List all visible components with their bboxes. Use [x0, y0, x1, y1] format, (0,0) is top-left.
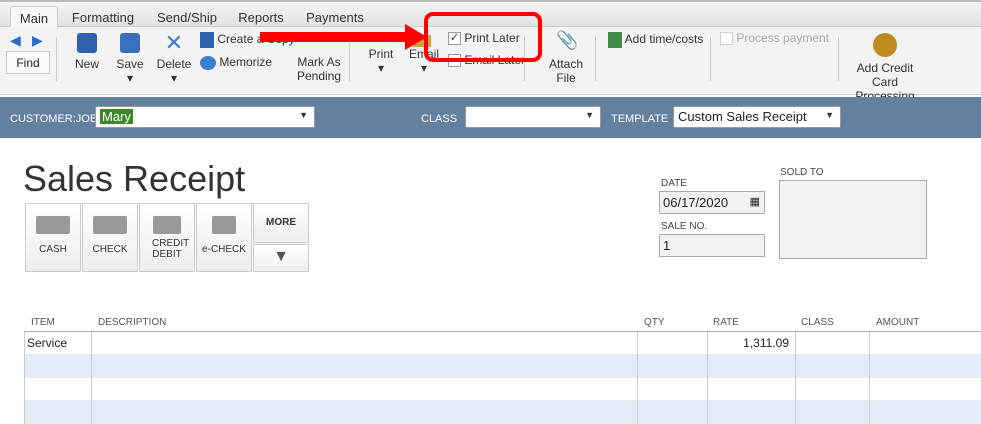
- date-label: DATE: [661, 178, 687, 189]
- column-class: CLASS: [801, 317, 834, 328]
- new-label: New: [74, 57, 99, 71]
- process-payment-checkbox[interactable]: Process payment: [720, 31, 830, 46]
- table-row[interactable]: Service 1,311.09: [24, 332, 981, 355]
- add-time-costs-button[interactable]: Add time/costs: [608, 32, 703, 48]
- echeck-icon: [212, 216, 236, 234]
- echeck-label: e-CHECK: [202, 244, 246, 255]
- memorize-label: Memorize: [219, 55, 273, 69]
- template-value: Custom Sales Receipt: [678, 109, 807, 124]
- find-button[interactable]: Find: [6, 51, 50, 74]
- sale-no-label: SALE NO.: [661, 221, 708, 232]
- chevron-down-icon: ▼: [585, 110, 594, 120]
- copy-icon: [200, 32, 214, 48]
- column-qty: QTY: [644, 317, 665, 328]
- column-amount: AMOUNT: [876, 317, 920, 328]
- annotation-arrow: [260, 32, 410, 42]
- class-dropdown[interactable]: ▼: [465, 106, 601, 128]
- back-arrow-icon[interactable]: ◀: [10, 32, 21, 49]
- add-time-costs-label: Add time/costs: [624, 32, 704, 47]
- check-icon: [93, 216, 127, 234]
- credit-card-icon: [873, 33, 897, 57]
- paperclip-icon: 📎: [556, 30, 579, 50]
- save-button[interactable]: Save ▾: [114, 33, 146, 85]
- date-value: 06/17/2020: [663, 195, 729, 210]
- credit-debit-button[interactable]: CREDIT DEBIT: [139, 203, 195, 272]
- tab-send-ship[interactable]: Send/Ship: [152, 6, 222, 29]
- credit-card-icon: [153, 216, 181, 234]
- time-costs-icon: [608, 32, 622, 48]
- checkbox-disabled: [720, 32, 733, 46]
- save-icon: [120, 33, 140, 53]
- check-label: CHECK: [92, 244, 128, 255]
- template-dropdown[interactable]: Custom Sales Receipt ▼: [673, 106, 841, 128]
- sale-no-field[interactable]: 1: [659, 234, 765, 257]
- delete-x-icon: ✕: [164, 30, 184, 55]
- echeck-button[interactable]: e-CHECK: [196, 203, 252, 272]
- print-label: Print: [368, 47, 394, 61]
- delete-label: Delete: [156, 57, 192, 71]
- more-button[interactable]: MORE: [253, 203, 309, 243]
- sold-to-field[interactable]: [779, 180, 927, 259]
- template-label: TEMPLATE: [611, 113, 669, 125]
- credit-debit-label: CREDIT DEBIT: [152, 238, 190, 260]
- memorize-button[interactable]: Memorize: [200, 55, 272, 70]
- save-label: Save: [116, 57, 144, 71]
- table-header: ITEM DESCRIPTION QTY RATE CLASS AMOUNT: [24, 314, 981, 332]
- customer-job-label: CUSTOMER:JOB: [10, 113, 98, 125]
- chevron-down-icon: ▼: [299, 110, 308, 120]
- calendar-icon[interactable]: ▦: [750, 195, 760, 208]
- new-icon: [77, 33, 97, 53]
- customer-value: Mary: [100, 109, 133, 124]
- cell-rate[interactable]: 1,311.09: [714, 336, 789, 350]
- memorize-icon: [200, 55, 216, 70]
- cash-icon: [36, 216, 70, 234]
- column-description: DESCRIPTION: [98, 317, 167, 328]
- customer-job-dropdown[interactable]: Mary ▼: [95, 106, 315, 128]
- chevron-down-icon: ▼: [825, 110, 834, 120]
- column-item: ITEM: [31, 317, 55, 328]
- attach-file-button[interactable]: 📎 Attach File: [548, 30, 584, 85]
- page-title: Sales Receipt: [23, 158, 246, 199]
- class-label: CLASS: [421, 113, 458, 125]
- forward-arrow-icon[interactable]: ▶: [32, 32, 43, 49]
- process-payment-label: Process payment: [736, 31, 830, 45]
- date-field[interactable]: 06/17/2020 ▦: [659, 191, 765, 214]
- tab-reports[interactable]: Reports: [236, 6, 286, 29]
- sold-to-label: SOLD TO: [780, 167, 824, 178]
- cash-label: CASH: [39, 244, 67, 255]
- mark-pending-button[interactable]: Mark As Pending: [294, 55, 344, 83]
- column-rate: RATE: [713, 317, 739, 328]
- table-row[interactable]: [24, 378, 981, 401]
- cell-item[interactable]: Service: [27, 336, 67, 350]
- annotation-highlight-box: [424, 12, 542, 62]
- tab-payments[interactable]: Payments: [304, 6, 366, 29]
- more-dropdown-icon[interactable]: ▼: [253, 244, 309, 272]
- tab-formatting[interactable]: Formatting: [68, 6, 138, 29]
- print-button[interactable]: Print ▾: [366, 47, 396, 75]
- attach-file-label: Attach File: [548, 57, 584, 85]
- check-button[interactable]: CHECK: [82, 203, 138, 272]
- new-button[interactable]: New: [72, 33, 102, 71]
- table-row[interactable]: [24, 355, 981, 378]
- line-items-table: ITEM DESCRIPTION QTY RATE CLASS AMOUNT S…: [24, 314, 981, 424]
- customer-bar: CUSTOMER:JOB Mary ▼ CLASS ▼ TEMPLATE Cust…: [0, 97, 981, 138]
- add-credit-card-button[interactable]: Add Credit Card Processing: [845, 33, 925, 103]
- delete-button[interactable]: ✕ Delete ▾: [156, 30, 192, 86]
- tab-main[interactable]: Main: [10, 6, 58, 29]
- table-row[interactable]: [24, 401, 981, 424]
- cash-button[interactable]: CASH: [25, 203, 81, 272]
